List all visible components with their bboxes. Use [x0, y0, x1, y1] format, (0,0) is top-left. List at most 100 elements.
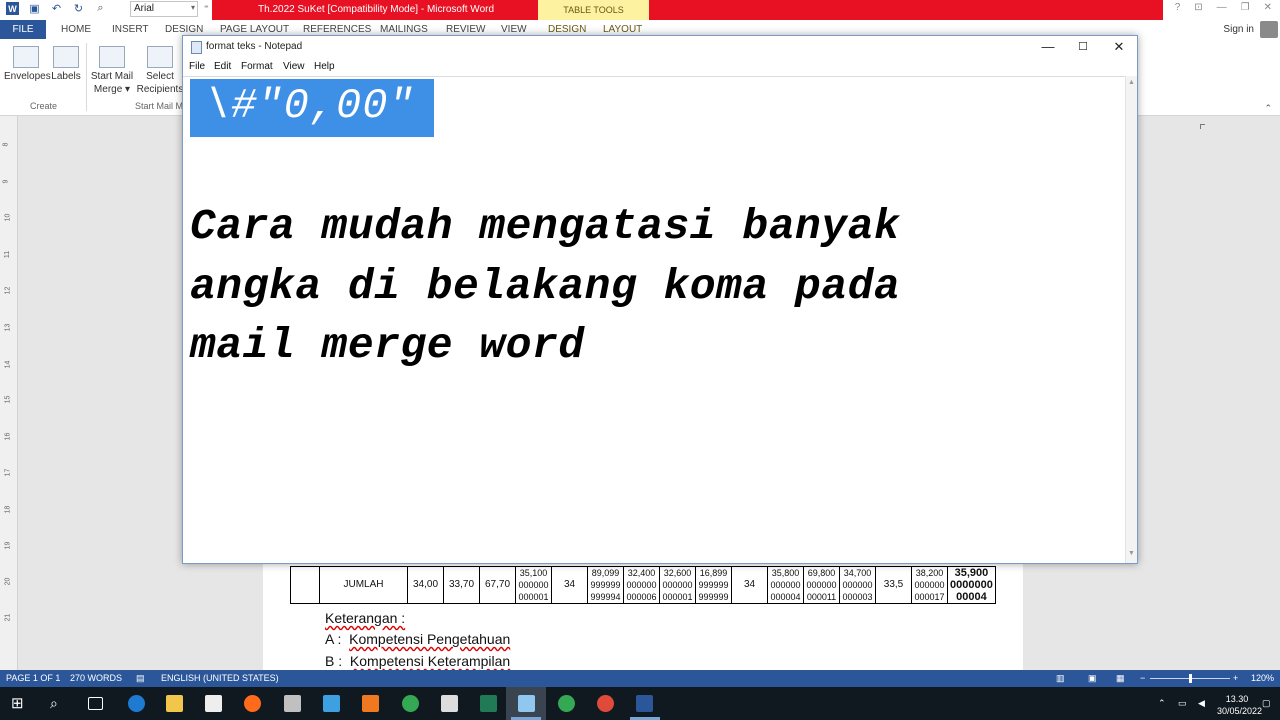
- language-indicator[interactable]: ENGLISH (UNITED STATES): [161, 673, 279, 683]
- table-cell[interactable]: 33,70: [443, 566, 480, 604]
- table-cell[interactable]: 34: [551, 566, 588, 604]
- chrome-icon[interactable]: [597, 695, 614, 712]
- labels-button[interactable]: Labels: [50, 43, 82, 83]
- table-cell[interactable]: 35,100 000000 000001: [515, 566, 552, 604]
- tab-mailings[interactable]: MAILINGS: [380, 24, 428, 35]
- table-cell[interactable]: 34,00: [407, 566, 444, 604]
- table-cell[interactable]: 35,900 0000000 00004: [947, 566, 996, 604]
- menu-help[interactable]: Help: [314, 61, 335, 72]
- table-cell[interactable]: 16,899 999999 999999: [695, 566, 732, 604]
- notepad-title-bar[interactable]: format teks - Notepad — ☐ ✕: [183, 36, 1137, 58]
- tab-design[interactable]: DESIGN: [165, 24, 203, 35]
- task-view-icon[interactable]: [88, 697, 103, 710]
- table-cell[interactable]: 89,099 999999 999994: [587, 566, 624, 604]
- keterangan-a-label: A :: [325, 631, 342, 647]
- notepad-window[interactable]: format teks - Notepad — ☐ ✕ File Edit Fo…: [182, 35, 1138, 564]
- ruler-number: 21: [4, 613, 12, 622]
- redo-icon[interactable]: ↻: [72, 2, 85, 15]
- table-cell[interactable]: 34,700 000000 000003: [839, 566, 876, 604]
- minimize-icon[interactable]: —: [1030, 36, 1066, 58]
- ribbon-display-icon[interactable]: ⊡: [1194, 2, 1202, 13]
- edge-icon[interactable]: [128, 695, 145, 712]
- clock[interactable]: 13.30 30/05/2022: [1217, 693, 1262, 717]
- restore-icon[interactable]: ❐: [1241, 2, 1250, 13]
- zoom-out-icon[interactable]: −: [1140, 673, 1145, 683]
- close-icon[interactable]: ✕: [1101, 36, 1137, 58]
- table-cell[interactable]: 67,70: [479, 566, 516, 604]
- print-layout-icon[interactable]: ▣: [1088, 673, 1097, 684]
- notepad-icon[interactable]: [518, 695, 535, 712]
- menu-format[interactable]: Format: [241, 61, 273, 72]
- app-icon[interactable]: [284, 695, 301, 712]
- app-icon[interactable]: [480, 695, 497, 712]
- undo-icon[interactable]: ↶: [50, 2, 63, 15]
- web-layout-icon[interactable]: ▦: [1116, 673, 1125, 684]
- video-editor-icon[interactable]: [441, 695, 458, 712]
- menu-file[interactable]: File: [189, 61, 205, 72]
- ruler-number: 10: [4, 213, 12, 222]
- store-icon[interactable]: [205, 695, 222, 712]
- menu-view[interactable]: View: [283, 61, 305, 72]
- read-mode-icon[interactable]: ▥: [1056, 673, 1065, 684]
- proofing-icon[interactable]: ▤: [136, 673, 145, 684]
- mail-icon[interactable]: [323, 695, 340, 712]
- menu-edit[interactable]: Edit: [214, 61, 231, 72]
- chrome-icon[interactable]: [558, 695, 575, 712]
- network-icon[interactable]: ▭: [1178, 697, 1187, 709]
- cell-line: 000017: [914, 592, 945, 602]
- save-icon[interactable]: ▣: [28, 2, 41, 15]
- tab-home[interactable]: HOME: [61, 24, 91, 35]
- font-name-dropdown[interactable]: Arial ▾: [130, 1, 198, 17]
- avatar[interactable]: [1260, 21, 1278, 38]
- tab-file[interactable]: FILE: [0, 20, 46, 39]
- tab-table-layout[interactable]: LAYOUT: [603, 24, 642, 35]
- table-cell[interactable]: 32,400 000000 000006: [623, 566, 660, 604]
- envelopes-button[interactable]: Envelopes: [4, 43, 51, 83]
- tab-view[interactable]: VIEW: [501, 24, 527, 35]
- word-icon[interactable]: [636, 695, 653, 712]
- search-icon[interactable]: ⌕: [50, 695, 67, 712]
- zoom-level[interactable]: 120%: [1251, 673, 1274, 683]
- table-cell[interactable]: 35,800 000000 000004: [767, 566, 804, 604]
- table-cell[interactable]: 38,200 000000 000017: [911, 566, 948, 604]
- cell-line: 32,600: [663, 568, 692, 578]
- table-cell[interactable]: 69,800 000000 000011: [803, 566, 840, 604]
- scroll-down-icon[interactable]: ▼: [1128, 550, 1135, 557]
- file-explorer-icon[interactable]: [166, 695, 183, 712]
- table-cell[interactable]: 33,5: [875, 566, 912, 604]
- print-preview-icon[interactable]: ⌕: [94, 2, 107, 15]
- table-cell[interactable]: [290, 566, 320, 604]
- app-icon[interactable]: [362, 695, 379, 712]
- maximize-icon[interactable]: ☐: [1065, 36, 1101, 58]
- table-cell[interactable]: 32,600 000000 000001: [659, 566, 696, 604]
- tab-page-layout[interactable]: PAGE LAYOUT: [220, 24, 289, 35]
- chrome-icon[interactable]: [402, 695, 419, 712]
- firefox-icon[interactable]: [244, 695, 261, 712]
- zoom-in-icon[interactable]: +: [1233, 673, 1238, 683]
- tab-review[interactable]: REVIEW: [446, 24, 485, 35]
- sign-in-link[interactable]: Sign in: [1223, 24, 1254, 35]
- table-cell-jumlah[interactable]: JUMLAH: [319, 566, 408, 604]
- minimize-icon[interactable]: —: [1217, 2, 1227, 13]
- tab-insert[interactable]: INSERT: [112, 24, 149, 35]
- more-options-icon[interactable]: ⁼: [204, 3, 209, 14]
- word-count[interactable]: 270 WORDS: [70, 673, 122, 683]
- scroll-up-icon[interactable]: ▲: [1128, 79, 1135, 86]
- windows-start-icon[interactable]: ⊞: [11, 695, 28, 712]
- close-icon[interactable]: ✕: [1264, 2, 1272, 13]
- notepad-text-area[interactable]: \#"0,00" Cara mudah mengatasi banyak ang…: [183, 76, 1125, 563]
- start-mail-merge-button[interactable]: Start Mail Merge ▾: [89, 43, 135, 96]
- notification-icon[interactable]: ▢: [1262, 697, 1271, 709]
- table-cell[interactable]: 34: [731, 566, 768, 604]
- notepad-scrollbar[interactable]: ▲ ▼: [1125, 76, 1137, 563]
- page-count[interactable]: PAGE 1 OF 1: [6, 673, 60, 683]
- volume-icon[interactable]: ◀: [1198, 697, 1205, 709]
- jumlah-table-row[interactable]: JUMLAH 34,00 33,70 67,70 35,100 000000 000…: [290, 566, 996, 604]
- select-recipients-button[interactable]: Select Recipients: [135, 43, 185, 96]
- tab-table-design[interactable]: DESIGN: [548, 24, 586, 35]
- tray-expand-icon[interactable]: ⌃: [1158, 697, 1166, 709]
- collapse-ribbon-icon[interactable]: ⌃: [1264, 103, 1272, 114]
- tab-references[interactable]: REFERENCES: [303, 24, 371, 35]
- zoom-slider-thumb[interactable]: [1189, 674, 1192, 683]
- help-icon[interactable]: ?: [1175, 2, 1181, 13]
